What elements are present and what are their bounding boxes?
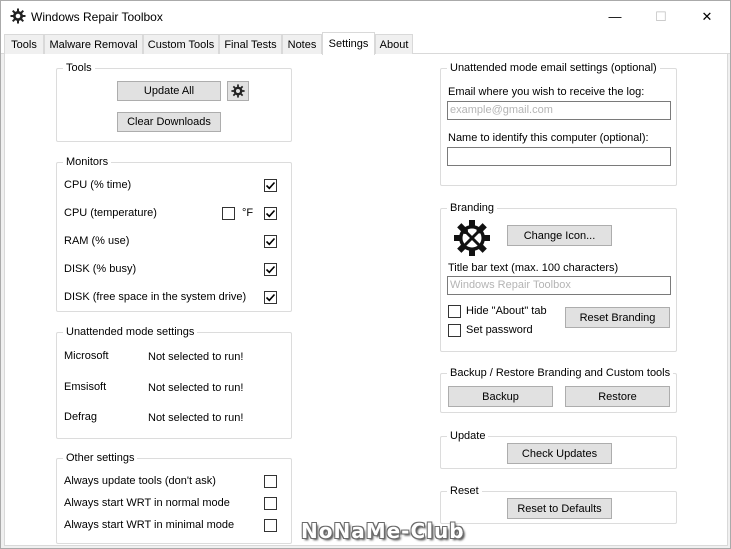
checkbox-update-tools[interactable]: [264, 475, 277, 488]
computer-name-input[interactable]: [447, 147, 671, 166]
button-label: Update All: [143, 85, 195, 97]
title-bar-text-input[interactable]: Windows Repair Toolbox: [447, 276, 671, 295]
button-label: Reset to Defaults: [517, 502, 602, 515]
group-title: Reset: [447, 485, 482, 498]
button-label: Backup: [482, 390, 519, 403]
unattended-name-emsisoft: Emsisoft: [64, 381, 107, 393]
minimize-button[interactable]: —: [592, 1, 638, 32]
reset-group: Reset Reset to Defaults: [440, 485, 677, 524]
group-title: Monitors: [63, 156, 112, 169]
group-title: Branding: [447, 202, 498, 215]
checkbox-normal-mode[interactable]: [264, 497, 277, 510]
wrench-screwdriver-gear-icon: [453, 219, 491, 257]
group-title: Update: [447, 430, 489, 443]
tab-notes[interactable]: Notes: [282, 34, 322, 54]
tab-tools[interactable]: Tools: [4, 34, 44, 54]
group-title: Tools: [63, 62, 95, 75]
check-updates-button[interactable]: Check Updates: [507, 443, 612, 464]
branding-group: Branding Change Icon... Title bar text (…: [440, 202, 677, 352]
group-title: Backup / Restore Branding and Custom too…: [447, 367, 674, 380]
monitors-group: Monitors CPU (% time) CPU (temperature) …: [56, 156, 292, 312]
tab-label: Custom Tools: [147, 38, 215, 51]
monitor-label-disk-busy: DISK (% busy): [64, 263, 137, 275]
email-settings-group: Unattended mode email settings (optional…: [440, 62, 677, 186]
monitor-label-disk-free: DISK (free space in the system drive): [64, 291, 247, 303]
reset-defaults-button[interactable]: Reset to Defaults: [507, 498, 612, 519]
tab-label: Notes: [287, 38, 317, 51]
window-title: Windows Repair Toolbox: [31, 10, 163, 24]
tab-label: Malware Removal: [49, 38, 138, 51]
fahrenheit-label: °F: [242, 207, 254, 219]
checkbox-fahrenheit[interactable]: [222, 207, 235, 220]
app-window: Windows Repair Toolbox — ☐ ✕ Tools Malwa…: [0, 0, 731, 549]
checkbox-hide-about[interactable]: [448, 305, 461, 318]
backup-restore-group: Backup / Restore Branding and Custom too…: [440, 367, 677, 413]
tab-final-tests[interactable]: Final Tests: [219, 34, 282, 54]
tab-strip: Tools Malware Removal Custom Tools Final…: [1, 32, 730, 55]
settings-panel: Tools Update All Clear Downloads Monitor…: [4, 54, 728, 546]
tab-label: Tools: [11, 38, 37, 51]
tab-settings[interactable]: Settings: [322, 32, 375, 55]
unattended-status-microsoft: Not selected to run!: [148, 351, 244, 363]
tools-group: Tools Update All Clear Downloads: [56, 62, 292, 142]
monitor-label-cpu-temperature: CPU (temperature): [64, 207, 157, 219]
checkbox-disk-busy[interactable]: [264, 263, 277, 276]
group-title: Unattended mode email settings (optional…: [447, 62, 660, 75]
restore-button[interactable]: Restore: [565, 386, 670, 407]
clear-downloads-button[interactable]: Clear Downloads: [117, 112, 221, 132]
title-bar[interactable]: Windows Repair Toolbox — ☐ ✕: [1, 1, 730, 32]
close-button[interactable]: ✕: [684, 1, 730, 32]
unattended-status-defrag: Not selected to run!: [148, 412, 244, 424]
button-label: Change Icon...: [523, 229, 596, 242]
gear-icon: [231, 84, 245, 98]
unattended-name-microsoft: Microsoft: [64, 350, 109, 362]
set-password-label: Set password: [466, 324, 533, 336]
unattended-group: Unattended mode settings Microsoft Not s…: [56, 326, 292, 439]
button-label: Clear Downloads: [127, 116, 211, 128]
watermark-text: NoNaMe-Club: [301, 519, 465, 543]
group-title: Unattended mode settings: [63, 326, 198, 339]
tab-label: Final Tests: [224, 38, 277, 51]
other-settings-group: Other settings Always update tools (don'…: [56, 452, 292, 544]
other-label-update-tools: Always update tools (don't ask): [64, 475, 216, 487]
group-title: Other settings: [63, 452, 138, 465]
tab-malware-removal[interactable]: Malware Removal: [44, 34, 143, 54]
checkbox-cpu-temperature[interactable]: [264, 207, 277, 220]
checkbox-ram[interactable]: [264, 235, 277, 248]
hide-about-label: Hide "About" tab: [466, 305, 547, 317]
checkbox-disk-free[interactable]: [264, 291, 277, 304]
computer-name-label: Name to identify this computer (optional…: [448, 132, 649, 144]
update-group: Update Check Updates: [440, 430, 677, 469]
checkbox-set-password[interactable]: [448, 324, 461, 337]
update-all-button[interactable]: Update All: [117, 81, 221, 101]
monitor-label-cpu-time: CPU (% time): [64, 179, 132, 191]
change-icon-button[interactable]: Change Icon...: [507, 225, 612, 246]
checkbox-cpu-time[interactable]: [264, 179, 277, 192]
unattended-status-emsisoft: Not selected to run!: [148, 382, 244, 394]
tab-custom-tools[interactable]: Custom Tools: [143, 34, 219, 54]
backup-button[interactable]: Backup: [448, 386, 553, 407]
tab-about[interactable]: About: [375, 34, 413, 54]
email-input[interactable]: example@gmail.com: [447, 101, 671, 120]
button-label: Restore: [598, 390, 637, 403]
other-label-normal-mode: Always start WRT in normal mode: [64, 497, 230, 509]
title-bar-text-label: Title bar text (max. 100 characters): [448, 262, 619, 274]
button-label: Reset Branding: [579, 311, 656, 324]
checkbox-minimal-mode[interactable]: [264, 519, 277, 532]
tab-label: About: [379, 38, 409, 51]
button-label: Check Updates: [521, 447, 598, 460]
tab-label: Settings: [328, 38, 369, 50]
reset-branding-button[interactable]: Reset Branding: [565, 307, 670, 328]
tools-settings-button[interactable]: [227, 81, 249, 101]
gear-icon: [10, 8, 26, 24]
other-label-minimal-mode: Always start WRT in minimal mode: [64, 519, 235, 531]
maximize-button[interactable]: ☐: [638, 1, 684, 32]
email-label: Email where you wish to receive the log:: [448, 86, 645, 98]
monitor-label-ram: RAM (% use): [64, 235, 130, 247]
unattended-name-defrag: Defrag: [64, 411, 98, 423]
